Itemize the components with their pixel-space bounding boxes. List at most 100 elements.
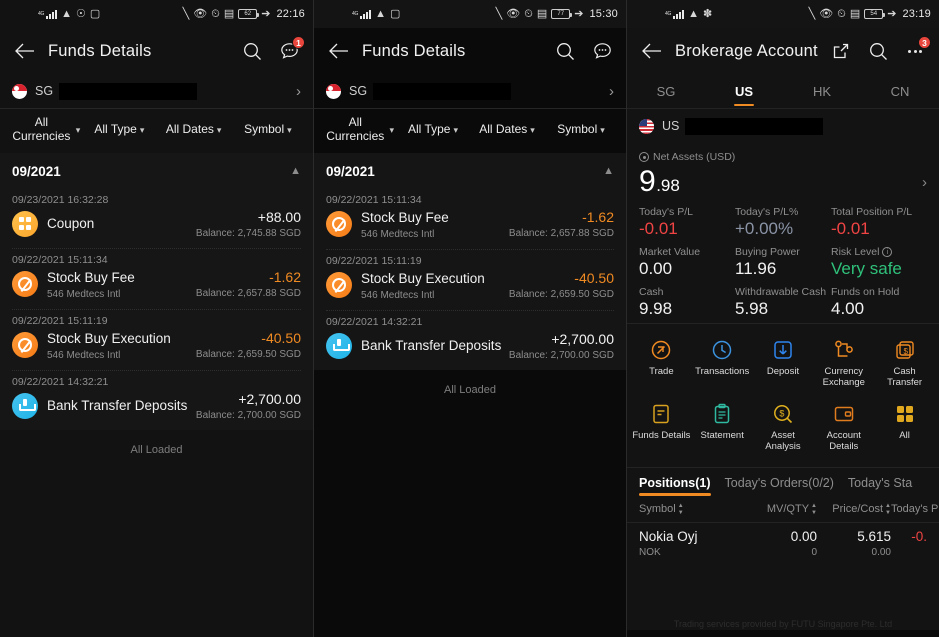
position-todays-pl: -0. (911, 528, 927, 544)
account-selector[interactable]: US (627, 109, 939, 143)
position-market-value: 0.00 (790, 528, 817, 544)
account-selector[interactable]: SG › (0, 74, 313, 108)
filter-all-currencies[interactable]: All Currencies ▾ (10, 115, 80, 144)
filter-label: All Currencies (326, 115, 385, 143)
wallet-icon (833, 403, 855, 425)
network-type-label: 4G (665, 11, 672, 17)
search-icon[interactable] (240, 39, 264, 63)
signal-bars-icon (46, 9, 58, 19)
page-title: Brokerage Account (675, 41, 818, 60)
list-item[interactable]: 09/22/2021 14:32:21 Bank Transfer Deposi… (314, 311, 626, 370)
tab-todays-orders[interactable]: Today's Orders(0/2) (725, 476, 834, 496)
action-cash-transfer[interactable]: $ Cash Transfer (874, 333, 935, 397)
table-row[interactable]: Nokia Oyj NOK 0.00 0 5.615 0.00 -0. (627, 523, 939, 560)
list-item[interactable]: 09/22/2021 15:11:34 Stock Buy Fee 546 Me… (0, 249, 313, 309)
metric-withdrawable-cash: Withdrawable Cash 5.98 (735, 286, 831, 319)
chat-more-icon[interactable]: 1 (277, 36, 305, 63)
column-header-price-cost[interactable]: Price/Cost ▲ ▼ (817, 503, 891, 516)
filter-all-dates[interactable]: All Dates ▾ (472, 122, 542, 137)
filter-all-dates[interactable]: All Dates ▾ (159, 122, 229, 137)
list-item[interactable]: 09/22/2021 15:11:34 Stock Buy Fee 546 Me… (314, 189, 626, 249)
alarm-icon: ⏲ (211, 7, 220, 20)
filter-label: All Type (94, 121, 137, 136)
action-asset-analysis[interactable]: $ Asset Analysis (753, 397, 814, 461)
tab-us[interactable]: US (705, 74, 783, 108)
filter-symbol[interactable]: Symbol ▾ (546, 122, 616, 137)
status-bar-left: 4G ▲ ▢ (352, 8, 400, 20)
grid-icon (894, 403, 916, 425)
eye-toggle-icon[interactable] (639, 152, 649, 162)
list-item[interactable]: 09/22/2021 15:11:19 Stock Buy Execution … (314, 250, 626, 310)
list-item[interactable]: 09/22/2021 15:11:19 Stock Buy Execution … (0, 310, 313, 370)
trade-icon (650, 339, 672, 361)
action-deposit[interactable]: Deposit (753, 333, 814, 397)
search-icon[interactable] (866, 39, 890, 63)
metric-buying-power: Buying Power 11.96 (735, 246, 831, 279)
vibrate-icon: ▤ (849, 7, 861, 20)
tab-todays-statistics[interactable]: Today's Sta (848, 476, 912, 496)
charging-icon: ➔ (887, 7, 897, 20)
coupon-icon (12, 210, 38, 237)
column-header-mv-qty[interactable]: MV/QTY ▲ ▼ (735, 503, 817, 516)
metric-total-position-pl: Total Position P/L -0.01 (831, 206, 927, 239)
action-transactions[interactable]: Transactions (692, 333, 753, 397)
action-statement[interactable]: Statement (692, 397, 753, 461)
action-currency-exchange[interactable]: Currency Exchange (813, 333, 874, 397)
filter-symbol[interactable]: Symbol ▾ (233, 122, 303, 137)
tab-label: HK (812, 83, 832, 99)
net-assets-label: Net Assets (USD) (653, 151, 736, 163)
column-header-symbol[interactable]: Symbol ▲ ▼ (639, 503, 735, 516)
transaction-balance: Balance: 2,659.50 SGD (195, 349, 301, 361)
action-trade[interactable]: Trade (631, 333, 692, 397)
status-bar-right: ╲ 👁 ⏲ ▤ 77 ➔ 15:30 (496, 8, 618, 20)
nav-bar: Funds Details 1 (0, 28, 313, 74)
filter-all-type[interactable]: All Type ▾ (84, 121, 154, 137)
share-icon[interactable] (829, 39, 853, 63)
metric-label: Risk Level (831, 246, 880, 258)
transaction-amount: -1.62 (269, 269, 301, 286)
ellipsis-icon[interactable]: 3 (903, 36, 931, 63)
position-quantity: 0 (811, 546, 817, 558)
column-header-todays-pl[interactable]: Today's P (891, 503, 938, 516)
tab-positions[interactable]: Positions(1) (639, 476, 711, 496)
disclaimer-text: Trading services provided by FUTU Singap… (673, 619, 893, 629)
mute-icon: ╲ (182, 7, 190, 20)
signal-bars-icon (360, 9, 372, 19)
back-button[interactable] (326, 38, 352, 64)
transaction-list: 09/22/2021 15:11:34 Stock Buy Fee 546 Me… (314, 188, 626, 370)
action-account-details[interactable]: Account Details (813, 397, 874, 461)
chat-more-icon[interactable] (590, 39, 614, 63)
month-header[interactable]: 09/2021 ▲ (314, 152, 626, 189)
tab-hk[interactable]: HK (783, 74, 861, 108)
account-selector[interactable]: SG › (314, 74, 626, 108)
position-price-cost-cell: 5.615 0.00 (817, 529, 891, 558)
action-all[interactable]: All (874, 397, 935, 461)
list-item[interactable]: 09/22/2021 14:32:21 Bank Transfer Deposi… (0, 371, 313, 430)
chevron-down-icon: ▾ (287, 124, 292, 135)
page-title: Funds Details (48, 41, 152, 60)
transaction-amount: -40.50 (574, 270, 614, 287)
month-header[interactable]: 09/2021 ▲ (0, 152, 313, 189)
filter-all-currencies[interactable]: All Currencies ▾ (324, 115, 394, 144)
tab-sg[interactable]: SG (627, 74, 705, 108)
transaction-amount: -1.62 (582, 209, 614, 226)
search-icon[interactable] (553, 39, 577, 63)
metric-value: 9.98 (639, 299, 673, 318)
chevron-right-icon[interactable]: › (922, 174, 927, 191)
transaction-title: Stock Buy Fee (361, 209, 449, 225)
net-assets-value-row[interactable]: 9 .98 › (639, 165, 927, 199)
list-item[interactable]: 09/23/2021 16:32:28 Coupon +88.00 Balanc… (0, 189, 313, 248)
chevron-down-icon: ▾ (139, 124, 145, 135)
info-icon[interactable]: i (882, 247, 893, 257)
metric-todays-pl-percent: Today's P/L% +0.00% (735, 206, 831, 239)
back-button[interactable] (12, 38, 38, 64)
page-title: Funds Details (362, 41, 466, 60)
action-funds-details[interactable]: Funds Details (631, 397, 692, 461)
back-button[interactable] (639, 38, 665, 64)
status-bar: 4G ▲ ✽ ╲ 👁 ⏲ ▤ 54 ➔ 23:19 (627, 0, 939, 28)
tab-cn[interactable]: CN (861, 74, 939, 108)
filter-all-type[interactable]: All Type ▾ (398, 122, 468, 137)
notification-badge: 3 (918, 36, 931, 49)
stock-fee-icon (326, 211, 352, 238)
chevron-down-icon: ▾ (216, 124, 222, 135)
